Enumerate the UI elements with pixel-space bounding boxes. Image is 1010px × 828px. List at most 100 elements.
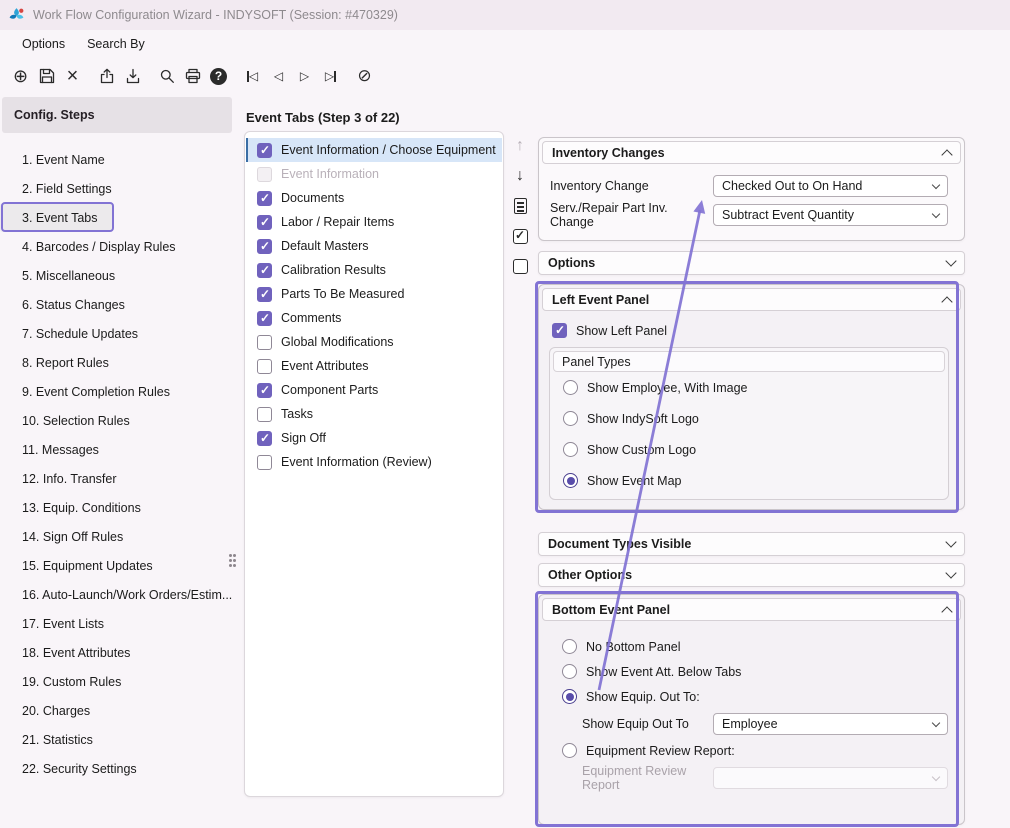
checkbox-checked-icon[interactable]: [552, 323, 567, 338]
move-up-button[interactable]: [510, 136, 530, 156]
import-button[interactable]: [120, 64, 145, 89]
sidebar-item-barcodes-display-rules[interactable]: 4. Barcodes / Display Rules: [0, 232, 236, 261]
checkbox-checked-icon[interactable]: [257, 191, 272, 206]
event-tab-row[interactable]: Event Information (Review): [246, 450, 502, 474]
sidebar-item-event-lists[interactable]: 17. Event Lists: [0, 609, 236, 638]
sidebar-item-report-rules[interactable]: 8. Report Rules: [0, 348, 236, 377]
radio-unselected-icon[interactable]: [562, 639, 577, 654]
bottom-event-panel-header[interactable]: Bottom Event Panel: [542, 598, 961, 621]
options-section-header[interactable]: Options: [538, 251, 965, 275]
checkbox-checked-icon[interactable]: [257, 287, 272, 302]
event-tab-row[interactable]: Component Parts: [246, 378, 502, 402]
event-tab-row[interactable]: Default Masters: [246, 234, 502, 258]
radio-unselected-icon[interactable]: [563, 442, 578, 457]
chevron-up-icon[interactable]: [941, 296, 952, 307]
checkbox-checked-icon[interactable]: [257, 431, 272, 446]
bottom-panel-option[interactable]: Equipment Review Report:: [542, 738, 961, 763]
add-button[interactable]: [8, 64, 33, 89]
sidebar-item-charges[interactable]: 20. Charges: [0, 696, 236, 725]
sidebar-item-event-tabs[interactable]: 3. Event Tabs: [0, 203, 112, 232]
event-tab-row[interactable]: Event Information / Choose Equipment: [246, 138, 502, 162]
menu-options[interactable]: Options: [22, 37, 65, 51]
next-record-button[interactable]: [292, 64, 317, 89]
bottom-panel-option[interactable]: Show Equip. Out To:: [542, 684, 961, 709]
chevron-down-icon[interactable]: [945, 536, 956, 547]
radio-selected-icon[interactable]: [562, 689, 577, 704]
panel-type-option[interactable]: Show Custom Logo: [553, 434, 945, 465]
checkbox-checked-icon[interactable]: [257, 383, 272, 398]
sidebar-item-selection-rules[interactable]: 10. Selection Rules: [0, 406, 236, 435]
checkbox-checked-icon[interactable]: [257, 143, 272, 158]
sidebar-item-event-name[interactable]: 1. Event Name: [0, 145, 236, 174]
event-tab-row[interactable]: Global Modifications: [246, 330, 502, 354]
sidebar-item-event-attributes[interactable]: 18. Event Attributes: [0, 638, 236, 667]
checkbox-checked-icon[interactable]: [257, 263, 272, 278]
previous-record-button[interactable]: [266, 64, 291, 89]
sidebar-item-info-transfer[interactable]: 12. Info. Transfer: [0, 464, 236, 493]
inventory-changes-header[interactable]: Inventory Changes: [542, 141, 961, 164]
panel-type-option[interactable]: Show Event Map: [553, 465, 945, 496]
checkbox-unchecked-icon[interactable]: [257, 407, 272, 422]
save-button[interactable]: [34, 64, 59, 89]
event-tab-row[interactable]: Event Information: [246, 162, 502, 186]
panel-type-option[interactable]: Show Employee, With Image: [553, 372, 945, 403]
bottom-panel-option[interactable]: Show Event Att. Below Tabs: [542, 659, 961, 684]
sidebar-item-equip-conditions[interactable]: 13. Equip. Conditions: [0, 493, 236, 522]
sidebar-item-statistics[interactable]: 21. Statistics: [0, 725, 236, 754]
radio-unselected-icon[interactable]: [562, 743, 577, 758]
search-button[interactable]: [154, 64, 179, 89]
other-options-section-header[interactable]: Other Options: [538, 563, 965, 587]
move-down-button[interactable]: [510, 166, 530, 186]
checkbox-unchecked-icon[interactable]: [257, 359, 272, 374]
print-button[interactable]: [180, 64, 205, 89]
left-event-panel-header[interactable]: Left Event Panel: [542, 288, 961, 311]
serv-repair-part-inv-change-select[interactable]: Subtract Event Quantity: [713, 204, 948, 226]
inventory-change-select[interactable]: Checked Out to On Hand: [713, 175, 948, 197]
event-tab-row[interactable]: Parts To Be Measured: [246, 282, 502, 306]
radio-selected-icon[interactable]: [563, 473, 578, 488]
document-types-visible-section-header[interactable]: Document Types Visible: [538, 532, 965, 556]
splitter-handle[interactable]: [229, 554, 232, 557]
sidebar-item-sign-off-rules[interactable]: 14. Sign Off Rules: [0, 522, 236, 551]
event-tab-row[interactable]: Sign Off: [246, 426, 502, 450]
radio-unselected-icon[interactable]: [562, 664, 577, 679]
help-button[interactable]: [206, 64, 231, 89]
uncheck-all-button[interactable]: [510, 256, 530, 276]
chevron-up-icon[interactable]: [941, 149, 952, 160]
sidebar-item-custom-rules[interactable]: 19. Custom Rules: [0, 667, 236, 696]
checkbox-checked-icon[interactable]: [257, 239, 272, 254]
sidebar-item-miscellaneous[interactable]: 5. Miscellaneous: [0, 261, 236, 290]
menu-search-by[interactable]: Search By: [87, 37, 145, 51]
sidebar-item-security-settings[interactable]: 22. Security Settings: [0, 754, 236, 783]
cancel-button[interactable]: [352, 64, 377, 89]
sidebar-item-event-completion-rules[interactable]: 9. Event Completion Rules: [0, 377, 236, 406]
chevron-up-icon[interactable]: [941, 606, 952, 617]
event-tab-row[interactable]: Labor / Repair Items: [246, 210, 502, 234]
event-tab-row[interactable]: Event Attributes: [246, 354, 502, 378]
event-tab-row[interactable]: Comments: [246, 306, 502, 330]
event-tab-row[interactable]: Tasks: [246, 402, 502, 426]
event-tab-row[interactable]: Documents: [246, 186, 502, 210]
delete-button[interactable]: [60, 64, 85, 89]
details-button[interactable]: [510, 196, 530, 216]
checkbox-checked-icon[interactable]: [257, 311, 272, 326]
check-all-button[interactable]: [510, 226, 530, 246]
sidebar-item-status-changes[interactable]: 6. Status Changes: [0, 290, 236, 319]
last-record-button[interactable]: [318, 64, 343, 89]
show-equip-out-to-select[interactable]: Employee: [713, 713, 948, 735]
sidebar-item-auto-launch[interactable]: 16. Auto-Launch/Work Orders/Estim...: [0, 580, 236, 609]
checkbox-checked-icon[interactable]: [257, 215, 272, 230]
chevron-down-icon[interactable]: [945, 255, 956, 266]
event-tab-row[interactable]: Calibration Results: [246, 258, 502, 282]
bottom-panel-option[interactable]: No Bottom Panel: [542, 634, 961, 659]
sidebar-item-equipment-updates[interactable]: 15. Equipment Updates: [0, 551, 236, 580]
show-left-panel-row[interactable]: Show Left Panel: [552, 323, 961, 338]
panel-type-option[interactable]: Show IndySoft Logo: [553, 403, 945, 434]
chevron-down-icon[interactable]: [945, 567, 956, 578]
checkbox-unchecked-icon[interactable]: [257, 455, 272, 470]
sidebar-item-messages[interactable]: 11. Messages: [0, 435, 236, 464]
sidebar-item-field-settings[interactable]: 2. Field Settings: [0, 174, 236, 203]
sidebar-item-schedule-updates[interactable]: 7. Schedule Updates: [0, 319, 236, 348]
checkbox-unchecked-icon[interactable]: [257, 335, 272, 350]
first-record-button[interactable]: [240, 64, 265, 89]
